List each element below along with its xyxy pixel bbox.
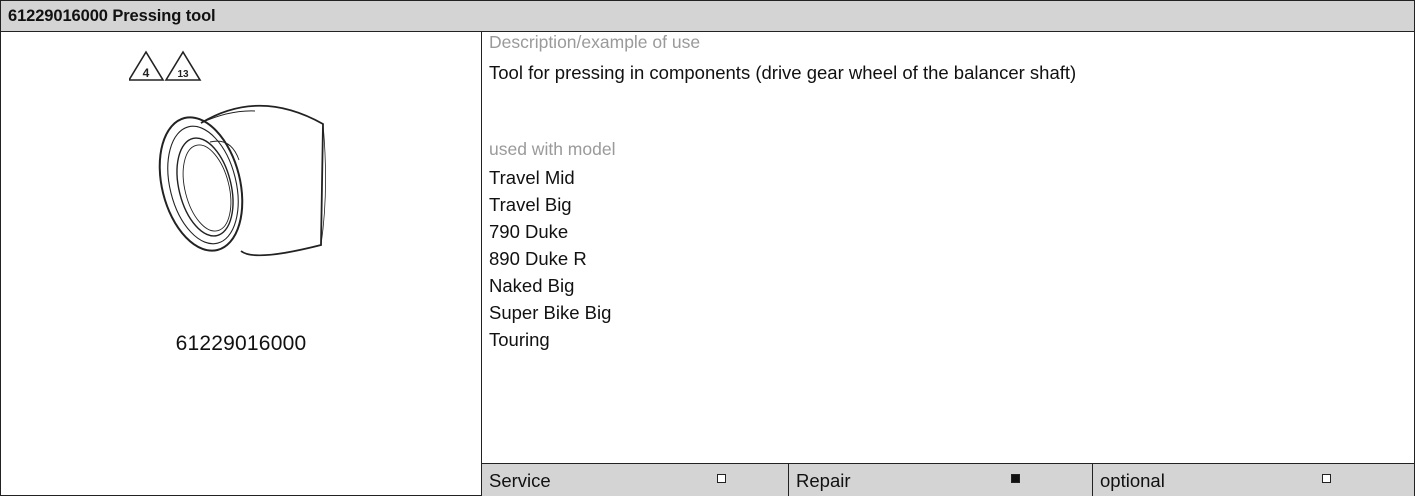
details-cell: Description/example of use Tool for pres… [482,32,1414,464]
usage-service: Service [482,464,789,496]
usage-optional-label: optional [1100,470,1165,491]
svg-text:13: 13 [177,69,189,80]
model-item: Super Bike Big [489,302,612,323]
svg-text:4: 4 [143,66,150,80]
warning-4-icon: 4 [129,50,165,81]
card-header: 61229016000 Pressing tool [1,1,1414,32]
usage-optional: optional [1093,464,1414,496]
usage-repair-label: Repair [796,470,851,491]
usage-repair-checkbox [1011,474,1020,483]
warning-13-icon: 13 [164,50,202,81]
model-item: 890 Duke R [489,248,587,269]
usage-service-label: Service [489,470,551,491]
usage-service-checkbox [717,474,726,483]
pressing-tool-illustration: 4 13 [129,50,326,257]
model-item: 790 Duke [489,221,569,242]
tool-image-cell: 4 13 61229016000 [1,32,482,495]
cylinder-drawing [158,104,326,257]
model-item: Naked Big [489,275,575,296]
tool-card: 61229016000 Pressing tool 4 13 612290160… [0,0,1415,496]
description-text: Tool for pressing in components (drive g… [489,62,1077,83]
models-caption: used with model [489,139,616,159]
card-title: 61229016000 Pressing tool [8,7,216,25]
model-item: Travel Mid [489,167,575,188]
usage-optional-checkbox [1322,474,1331,483]
model-item: Travel Big [489,194,572,215]
part-number-label: 61229016000 [175,332,307,355]
description-caption: Description/example of use [489,32,701,52]
model-item: Touring [489,329,550,350]
usage-repair: Repair [789,464,1093,496]
usage-row: Service Repair optional [482,463,1414,496]
